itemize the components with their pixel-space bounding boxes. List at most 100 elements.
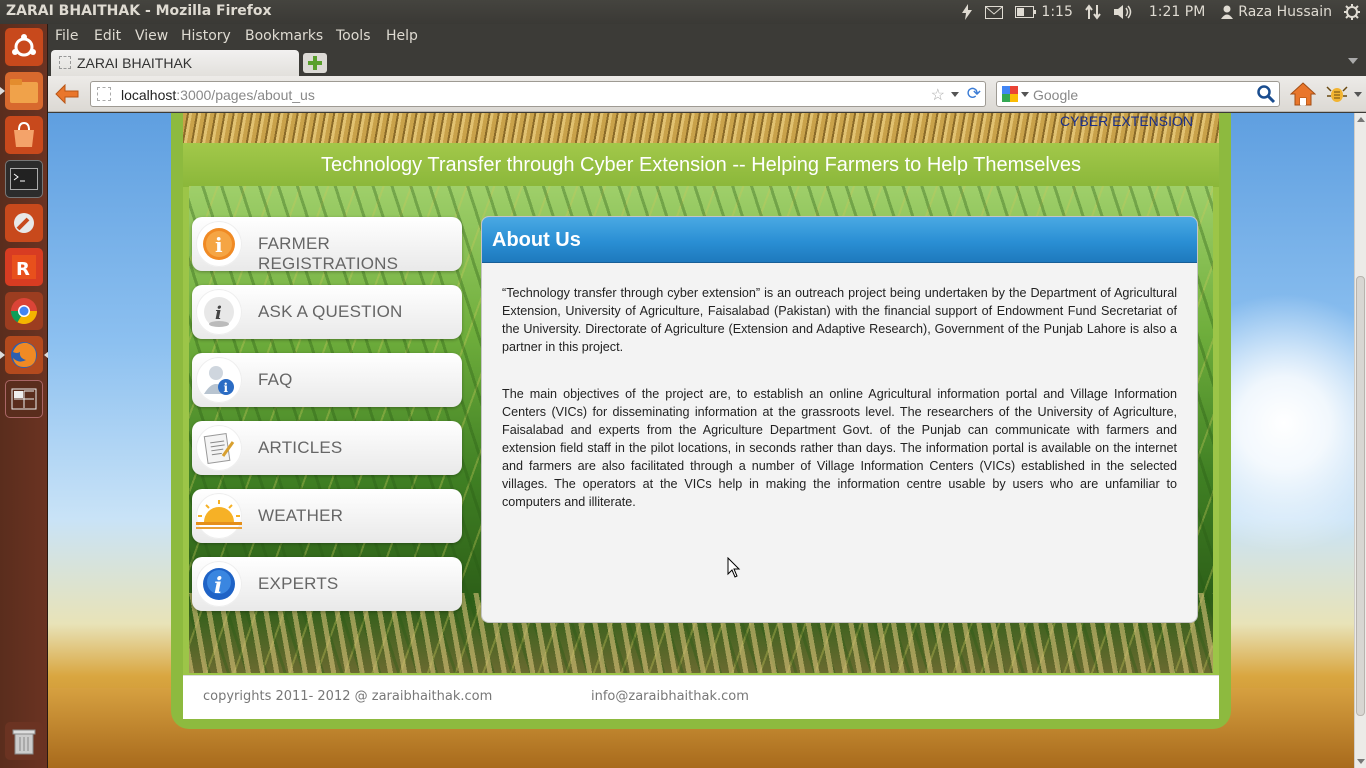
window-title: ZARAI BHAITHAK - Mozilla Firefox	[6, 3, 272, 19]
scroll-up-icon[interactable]	[1357, 117, 1365, 122]
menu-label: EXPERTS	[258, 574, 339, 593]
battery-time: 1:15	[1041, 4, 1073, 20]
software-center-launcher[interactable]	[5, 116, 43, 154]
terminal-launcher[interactable]	[5, 160, 43, 198]
tab-favicon-icon	[59, 56, 71, 69]
svg-text:i: i	[224, 381, 229, 395]
mail-icon[interactable]	[979, 0, 1009, 24]
svg-text:i: i	[214, 573, 222, 599]
back-button[interactable]	[54, 82, 80, 106]
back-arrow-icon	[55, 84, 79, 104]
top-panel: ZARAI BHAITHAK - Mozilla Firefox 1:15 1:…	[0, 0, 1366, 24]
search-bar[interactable]: Google	[996, 81, 1280, 107]
addon-bug-icon[interactable]	[1326, 83, 1348, 105]
banner-text: CYBER EXTENSION	[1059, 113, 1193, 129]
toolbar-overflow-icon[interactable]	[1354, 92, 1362, 97]
rubymine-launcher[interactable]: R	[5, 248, 43, 286]
power-icon[interactable]	[955, 0, 979, 24]
url-history-dropdown-icon[interactable]	[951, 92, 959, 97]
menu-tools[interactable]: Tools	[336, 28, 371, 44]
tab-label: ZARAI BHAITHAK	[77, 55, 193, 71]
svg-text:i: i	[215, 303, 222, 324]
battery-indicator[interactable]: 1:15	[1009, 0, 1078, 24]
scroll-down-icon[interactable]	[1357, 759, 1365, 764]
workspace-switcher-launcher[interactable]	[5, 380, 43, 418]
search-engine-dropdown-icon[interactable]	[1021, 92, 1029, 97]
firefox-launcher[interactable]	[0, 336, 49, 374]
home-icon[interactable]	[1290, 81, 1316, 107]
google-engine-icon	[1002, 86, 1018, 102]
volume-icon[interactable]	[1107, 0, 1139, 24]
about-us-panel: About Us “Technology transfer through cy…	[481, 216, 1198, 623]
new-tab-button[interactable]	[303, 53, 327, 73]
bookmark-star-icon[interactable]: ☆	[931, 85, 945, 105]
menu-help[interactable]: Help	[386, 28, 418, 44]
tab-zarai-bhaithak[interactable]: ZARAI BHAITHAK	[51, 50, 299, 76]
menu-faq[interactable]: i FAQ	[192, 353, 462, 407]
session-gear-icon[interactable]	[1338, 0, 1366, 24]
workspaces-icon	[11, 388, 37, 410]
scrollbar-thumb[interactable]	[1356, 276, 1365, 716]
dash-home-button[interactable]	[5, 28, 43, 66]
chrome-launcher[interactable]	[5, 292, 43, 330]
menu-label: FARMER REGISTRATIONS	[258, 234, 399, 273]
site-banner: CYBER EXTENSION	[183, 113, 1219, 143]
info-blue-icon: i	[196, 561, 242, 607]
ide-icon: R	[12, 255, 36, 280]
mouse-cursor-icon	[727, 557, 741, 578]
list-all-tabs-icon[interactable]	[1348, 58, 1358, 64]
site-tagline: Technology Transfer through Cyber Extens…	[183, 143, 1219, 187]
page-scrollbar[interactable]	[1354, 113, 1366, 768]
menu-label: ASK A QUESTION	[258, 302, 403, 321]
footer-email[interactable]: info@zaraibhaithak.com	[591, 689, 749, 704]
menu-history[interactable]: History	[181, 28, 231, 44]
sun-icon	[196, 493, 242, 539]
about-us-body: “Technology transfer through cyber exten…	[502, 284, 1177, 540]
folder-icon	[10, 79, 38, 103]
user-name: Raza Hussain	[1238, 4, 1332, 20]
network-icon[interactable]	[1079, 0, 1107, 24]
shopping-bag-icon	[14, 121, 34, 147]
user-menu[interactable]: Raza Hussain	[1215, 0, 1338, 24]
search-input[interactable]: Google	[1033, 87, 1078, 103]
user-info-icon: i	[196, 357, 242, 403]
menu-view[interactable]: View	[135, 28, 168, 44]
menu-weather[interactable]: WEATHER	[192, 489, 462, 543]
trash-launcher[interactable]	[5, 722, 43, 760]
menu-experts[interactable]: i EXPERTS	[192, 557, 462, 611]
site-footer: copyrights 2011- 2012 @ zaraibhaithak.co…	[183, 675, 1219, 719]
firefox-menubar: File Edit View History Bookmarks Tools H…	[48, 24, 1366, 50]
user-icon	[1221, 5, 1234, 19]
menu-file[interactable]: File	[55, 28, 78, 44]
menu-articles[interactable]: ARTICLES	[192, 421, 462, 475]
battery-icon	[1015, 6, 1037, 18]
plus-icon	[308, 56, 322, 70]
search-icon	[1257, 85, 1276, 104]
menu-farmer-registrations[interactable]: i FARMER REGISTRATIONS	[192, 217, 462, 273]
clock[interactable]: 1:21 PM	[1139, 0, 1215, 24]
menu-edit[interactable]: Edit	[94, 28, 121, 44]
unity-launcher: R	[0, 24, 49, 768]
url-bar[interactable]: localhost:3000/pages/about_us ☆ ⟳	[90, 81, 986, 107]
about-us-header: About Us	[482, 217, 1197, 263]
info-orange-icon: i	[196, 221, 242, 267]
page-viewport: CYBER EXTENSION Technology Transfer thro…	[48, 113, 1354, 768]
menu-label: WEATHER	[258, 506, 344, 525]
menu-ask-a-question[interactable]: i ASK A QUESTION	[192, 285, 462, 339]
wrench-icon	[14, 213, 34, 233]
footer-copyright: copyrights 2011- 2012 @ zaraibhaithak.co…	[203, 689, 493, 704]
site-identity-icon[interactable]	[97, 87, 111, 101]
chrome-icon	[10, 298, 38, 325]
menu-label: ARTICLES	[258, 438, 343, 457]
files-launcher[interactable]	[0, 72, 43, 110]
info-gray-icon: i	[196, 289, 242, 335]
reload-icon[interactable]: ⟳	[967, 84, 981, 104]
svg-text:R: R	[16, 259, 30, 280]
terminal-icon	[10, 168, 38, 190]
menu-label: FAQ	[258, 370, 293, 389]
menu-bookmarks[interactable]: Bookmarks	[245, 28, 323, 44]
ubuntu-logo-icon	[12, 34, 36, 57]
tab-strip: ZARAI BHAITHAK	[48, 50, 1366, 76]
system-settings-launcher[interactable]	[5, 204, 43, 242]
about-paragraph-2: The main objectives of the project are, …	[502, 387, 1177, 509]
